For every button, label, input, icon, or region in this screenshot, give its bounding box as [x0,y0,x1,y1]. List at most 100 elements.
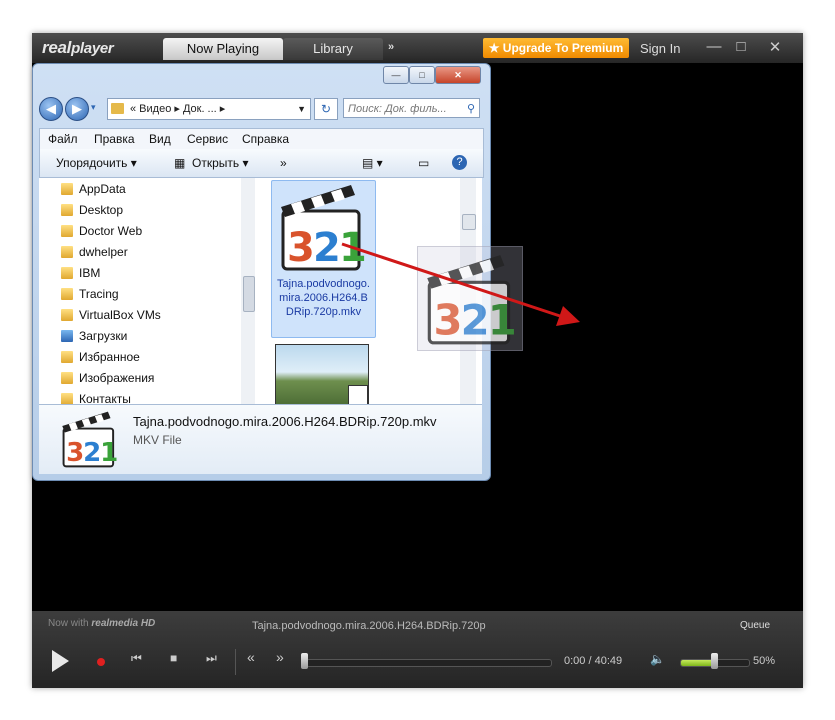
seek-bar[interactable] [306,659,552,667]
tree-item[interactable]: Изображения [61,368,154,388]
record-icon[interactable] [97,658,105,666]
refresh-icon[interactable]: ↻ [314,98,338,120]
details-file-name: Tajna.podvodnogo.mira.2006.H264.BDRip.72… [133,414,437,429]
folder-icon [61,225,73,237]
folder-icon [61,246,73,258]
explorer-maximize-icon[interactable]: □ [409,66,435,84]
time-display: 0:00 / 40:49 [564,655,623,667]
digit-three: 3 [433,295,462,344]
search-input[interactable]: Поиск: Док. филь... ⚲ [343,98,480,118]
sign-in-link[interactable]: Sign In [640,41,680,56]
address-dropdown-icon[interactable]: ▼ [297,99,306,119]
minimize-icon[interactable]: — [704,38,724,55]
selected-file-label: Tajna.podvodnogo.mira.2006.H264.BDRip.72… [277,278,370,318]
digit-one: 1 [488,295,517,344]
digit-two: 2 [461,295,490,344]
now-with-label: Now with realmedia HD [48,618,156,629]
player-titlebar: realplayer Now Playing Library » ★ Upgra… [32,33,803,63]
fast-forward-icon[interactable]: » [276,649,284,665]
digit-three: 3 [66,438,84,468]
close-icon[interactable]: ✕ [765,38,785,56]
folder-icon [61,309,73,321]
digit-two: 2 [83,438,101,468]
breadcrumb: « Видео ▸ Док. ... ▸ [130,103,226,115]
digit-three: 3 [287,225,315,271]
favorites-folder-icon [61,351,73,363]
menu-view[interactable]: Вид [149,132,171,146]
realplayer-logo: realplayer [42,38,114,57]
menu-help[interactable]: Справка [242,132,289,146]
preview-pane-icon[interactable]: ▭ [418,156,429,170]
tree-item[interactable]: Загрузки [61,326,127,346]
search-icon[interactable]: ⚲ [467,99,475,119]
next-icon[interactable]: ⏭ [206,651,217,666]
details-file-icon: 3 2 1 [62,411,118,468]
tree-item[interactable]: Tracing [61,284,119,304]
upgrade-button[interactable]: ★ Upgrade To Premium [483,38,629,58]
volume-fill [681,660,715,666]
menu-bar: Файл Правка Вид Сервис Справка [39,128,484,150]
details-file-type: MKV File [133,433,182,447]
tree-item[interactable]: Избранное [61,347,140,367]
help-icon[interactable]: ? [452,155,467,170]
downloads-folder-icon [61,330,73,342]
folder-icon [61,183,73,195]
volume-handle[interactable] [711,653,718,669]
media-player-badge-icon [348,385,368,404]
folder-icon [111,103,124,114]
player-controlbar: Now with realmedia HD Tajna.podvodnogo.m… [32,611,803,688]
digit-two: 2 [313,225,341,271]
views-icon[interactable]: ▤ ▾ [362,156,383,170]
media-player-classic-icon: 3 2 1 [281,185,367,271]
drag-ghost: 3 2 1 [417,246,523,351]
more-tabs-icon[interactable]: » [388,41,394,53]
pictures-folder-icon [61,372,73,384]
tree-item[interactable]: Doctor Web [61,221,142,241]
explorer-close-icon[interactable]: ✕ [435,66,481,84]
selected-file-item[interactable]: 3 2 1 Tajna.podvodnogo.mira.2006.H264.BD… [271,180,376,338]
back-icon[interactable]: ◀ [39,97,63,121]
tree-item[interactable]: Контакты [61,389,131,404]
track-title: Tajna.podvodnogo.mira.2006.H264.BDRip.72… [252,620,486,632]
tree-item[interactable]: Desktop [61,200,123,220]
maximize-icon[interactable]: □ [731,38,751,55]
more-commands-icon[interactable]: » [280,156,287,170]
tree-item[interactable]: IBM [61,263,100,283]
video-thumbnail[interactable] [275,344,369,404]
play-icon[interactable] [52,650,69,672]
forward-icon[interactable]: ▶ [65,97,89,121]
seek-handle[interactable] [301,653,308,669]
rewind-icon[interactable]: « [247,649,255,665]
explorer-minimize-icon[interactable]: — [383,66,409,84]
previous-icon[interactable]: ⏮ [131,651,142,666]
organize-button[interactable]: Упорядочить ▾ [56,156,137,170]
open-with-icon: ▦ [174,156,186,170]
menu-edit[interactable]: Правка [94,132,135,146]
file-list-scroll-thumb[interactable] [462,214,476,230]
address-bar[interactable]: « Видео ▸ Док. ... ▸ ▼ [107,98,311,120]
volume-percent: 50% [753,655,776,667]
tree-scroll-thumb[interactable] [243,276,255,312]
stop-icon[interactable]: ■ [170,651,177,665]
open-button[interactable]: Открыть ▾ [192,156,248,170]
tree-scrollbar[interactable] [241,178,255,404]
tree-item[interactable]: dwhelper [61,242,128,262]
command-bar: Упорядочить ▾ ▦ Открыть ▾ » ▤ ▾ ▭ ? [39,149,484,178]
history-dropdown-icon[interactable]: ▾ [91,102,96,113]
separator [235,649,236,675]
volume-icon[interactable]: 🔈 [650,652,665,666]
folder-tree: AppData Desktop Doctor Web dwhelper IBM … [39,178,256,404]
navigation-bar: ◀ ▶ ▾ « Видео ▸ Док. ... ▸ ▼ ↻ Поиск: До… [39,96,484,122]
queue-button[interactable]: Queue [740,620,770,631]
folder-icon [61,288,73,300]
menu-tools[interactable]: Сервис [187,132,228,146]
digit-one: 1 [100,438,118,468]
contacts-folder-icon [61,393,73,404]
menu-file[interactable]: Файл [48,132,78,146]
tree-item[interactable]: AppData [61,179,126,199]
tree-item[interactable]: VirtualBox VMs [61,305,161,325]
drag-ghost-icon: 3 2 1 [427,255,517,344]
tab-now-playing[interactable]: Now Playing [163,38,283,60]
tab-library[interactable]: Library [283,38,383,60]
digit-one: 1 [339,225,367,271]
